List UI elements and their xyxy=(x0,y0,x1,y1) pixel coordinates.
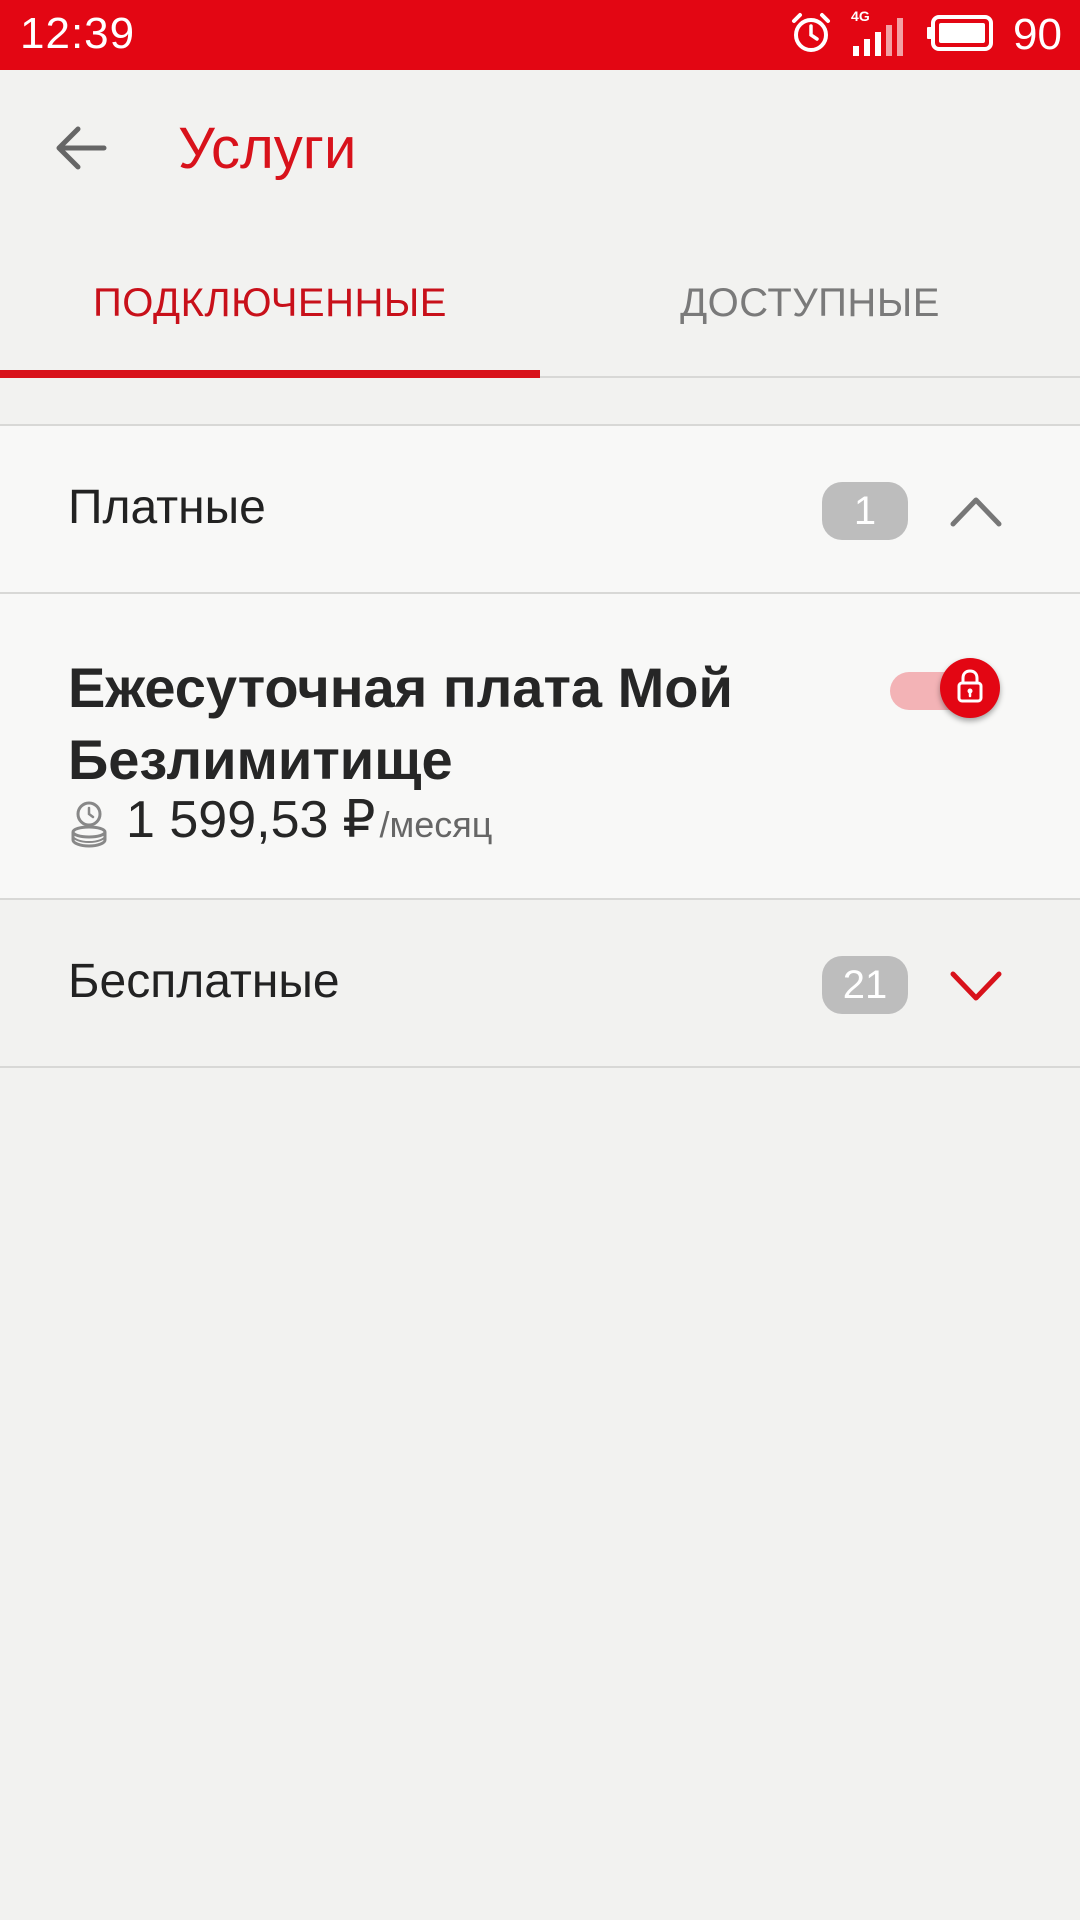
status-icons: 4G 90 xyxy=(789,6,1062,64)
service-price: 1 599,53 xyxy=(126,791,329,849)
coin-clock-icon xyxy=(68,800,110,848)
tab-available[interactable]: ДОСТУПНЫЕ xyxy=(540,230,1080,376)
service-name: Ежесуточная плата Мой Безлимитище xyxy=(68,656,733,791)
service-currency: ₽ xyxy=(342,791,376,849)
section-label-paid: Платные xyxy=(68,481,266,534)
back-button[interactable] xyxy=(40,118,120,182)
app-bar: Услуги xyxy=(0,70,1080,230)
service-toggle[interactable] xyxy=(890,658,1002,718)
signal-icon: 4G xyxy=(851,8,909,58)
lock-icon xyxy=(955,668,985,709)
status-time: 12:39 xyxy=(20,9,136,58)
tab-bar: ПОДКЛЮЧЕННЫЕ ДОСТУПНЫЕ xyxy=(0,230,1080,378)
arrow-left-icon xyxy=(52,123,108,178)
service-item[interactable]: Ежесуточная плата Мой Безлимитище 1 599,… xyxy=(0,594,1080,900)
active-tab-indicator xyxy=(0,370,540,378)
chevron-up-icon[interactable] xyxy=(946,476,1006,546)
section-header-free[interactable]: Бесплатные 21 xyxy=(0,898,1080,1068)
battery-icon xyxy=(927,14,995,57)
section-label-free: Бесплатные xyxy=(68,955,340,1008)
status-bar: 12:39 4G 90 xyxy=(0,0,1080,70)
section-header-paid[interactable]: Платные 1 xyxy=(0,424,1080,594)
toggle-knob xyxy=(940,658,1000,718)
service-period: /месяц xyxy=(379,804,493,845)
tab-connected[interactable]: ПОДКЛЮЧЕННЫЕ xyxy=(0,230,540,376)
chevron-down-icon[interactable] xyxy=(946,950,1006,1020)
count-badge-paid: 1 xyxy=(822,482,908,540)
service-price-row: 1 599,53 ₽ /месяц xyxy=(68,790,492,850)
page-title: Услуги xyxy=(178,116,357,181)
count-badge-free: 21 xyxy=(822,956,908,1014)
alarm-clock-icon xyxy=(789,11,833,60)
battery-level: 90 xyxy=(1013,10,1062,59)
